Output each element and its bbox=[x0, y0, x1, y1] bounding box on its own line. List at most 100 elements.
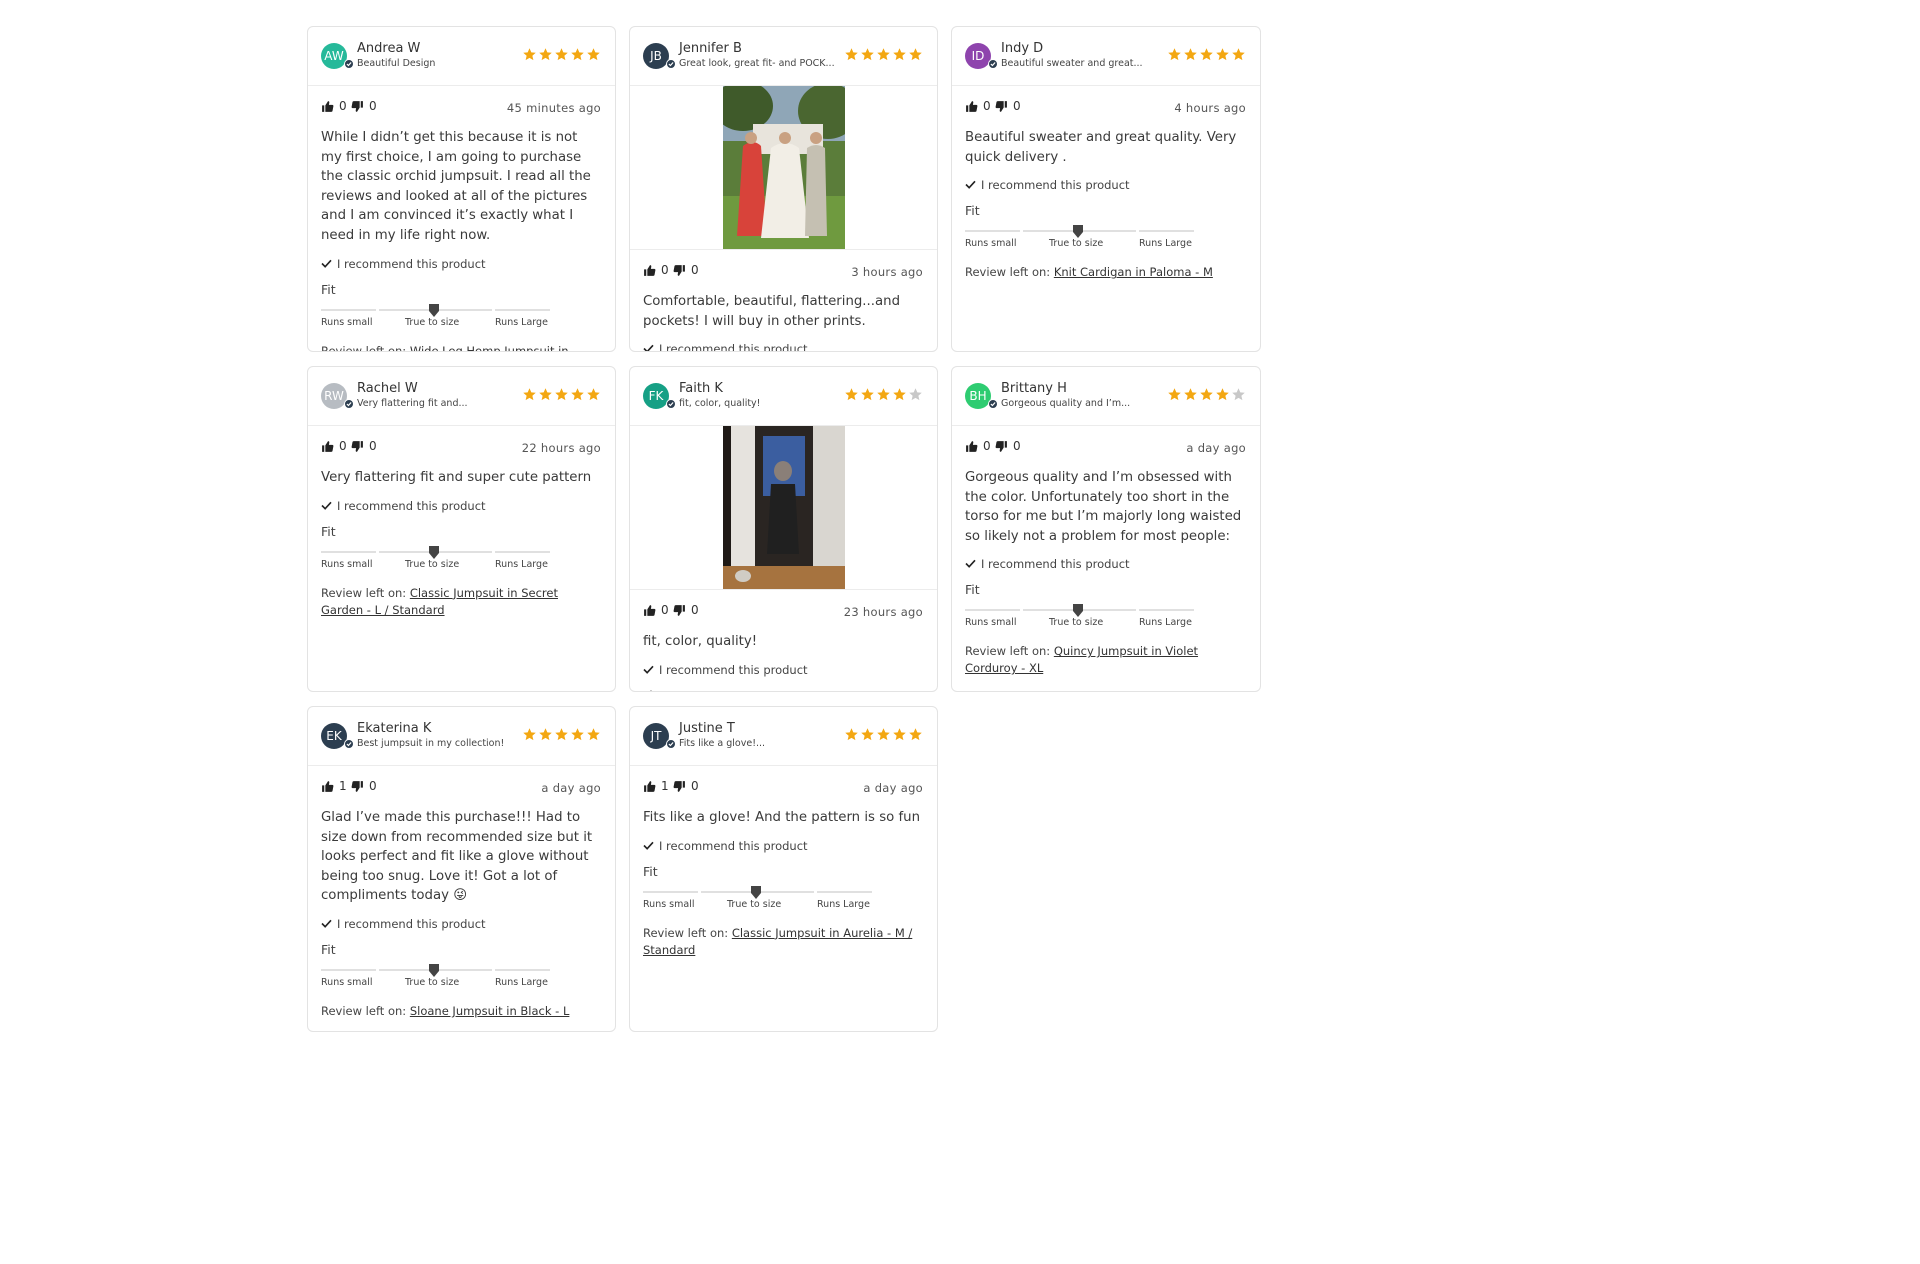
star-icon bbox=[522, 47, 537, 62]
review-time: a day ago bbox=[1186, 441, 1246, 455]
star-icon bbox=[586, 387, 601, 402]
review-left-on: Review left on: Sloane Jumpsuit in Black… bbox=[308, 1003, 615, 1020]
avatar: RW bbox=[321, 383, 347, 409]
fit-true-to-size-label: True to size bbox=[727, 898, 782, 910]
review-header: JB Jennifer B Great look, great fit- and P… bbox=[630, 27, 937, 86]
star-icon bbox=[1231, 47, 1246, 62]
star-icon bbox=[876, 47, 891, 62]
reviewer-name: Brittany H bbox=[1001, 381, 1067, 396]
review-card: JB Jennifer B Great look, great fit- and P… bbox=[629, 26, 938, 352]
checkmark-icon bbox=[643, 663, 659, 677]
review-time: a day ago bbox=[863, 781, 923, 795]
checkmark-icon bbox=[965, 557, 981, 571]
review-body: Comfortable, beautiful, flattering...and… bbox=[643, 294, 901, 329]
star-icon bbox=[892, 387, 907, 402]
helpful-count: 1 bbox=[339, 779, 347, 793]
fit-scale-labels: Runs small True to size Runs Large bbox=[643, 898, 870, 913]
vote-row: 1 0 a day ago bbox=[308, 766, 615, 808]
unhelpful-vote-button[interactable]: 0 bbox=[995, 99, 1021, 113]
unhelpful-vote-button[interactable]: 0 bbox=[351, 779, 377, 793]
review-title: Beautiful Design bbox=[357, 58, 436, 69]
fit-runs-small-label: Runs small bbox=[643, 898, 695, 910]
checkmark-icon bbox=[643, 342, 659, 351]
fit-scale-segment bbox=[379, 308, 434, 311]
review-card: JT Justine T Fits like a glove!... 1 0 a day … bbox=[629, 706, 938, 1032]
avatar: ID bbox=[965, 43, 991, 69]
star-icon bbox=[1199, 387, 1214, 402]
review-photo[interactable] bbox=[630, 81, 937, 250]
review-card: RW Rachel W Very flattering fit and... 0 0 22… bbox=[307, 366, 616, 692]
star-icon bbox=[860, 47, 875, 62]
unhelpful-vote-button[interactable]: 0 bbox=[673, 263, 699, 277]
helpful-vote-button[interactable]: 0 bbox=[321, 439, 347, 453]
star-icon bbox=[522, 727, 537, 742]
fit-runs-small-label: Runs small bbox=[321, 976, 373, 988]
helpful-vote-button[interactable]: 0 bbox=[643, 603, 669, 617]
product-link[interactable]: Knit Cardigan in Paloma - M bbox=[1054, 265, 1213, 279]
fit-runs-small-label: Runs small bbox=[965, 617, 1017, 629]
helpful-vote-button[interactable]: 0 bbox=[965, 99, 991, 113]
star-icon bbox=[538, 47, 553, 62]
fit-scale-labels: Runs small True to size Runs Large bbox=[321, 976, 548, 991]
fit-runs-large-label: Runs Large bbox=[495, 558, 548, 570]
helpful-count: 0 bbox=[661, 263, 669, 277]
verified-badge-icon bbox=[666, 59, 676, 69]
fit-scale-segment bbox=[321, 550, 376, 553]
review-body: Gorgeous quality and I’m obsessed with t… bbox=[965, 470, 1242, 544]
fit-scale-bar bbox=[321, 545, 550, 559]
fit-scale-segment bbox=[1023, 230, 1078, 233]
vote-row: 0 0 a day ago bbox=[952, 426, 1260, 468]
helpful-vote-button[interactable]: 0 bbox=[321, 99, 347, 113]
star-icon bbox=[892, 727, 907, 742]
fit-label: Fit bbox=[321, 941, 336, 957]
review-title: Great look, great fit- and POCK... bbox=[679, 58, 835, 69]
review-body: While I didn’t get this because it is no… bbox=[321, 130, 591, 243]
helpful-vote-button[interactable]: 0 bbox=[965, 439, 991, 453]
fit-true-to-size-label: True to size bbox=[405, 316, 460, 328]
star-icon bbox=[1183, 47, 1198, 62]
review-body: Fits like a glove! And the pattern is so… bbox=[643, 810, 921, 825]
unhelpful-vote-button[interactable]: 0 bbox=[995, 439, 1021, 453]
fit-scale-labels: Runs small True to size Runs Large bbox=[965, 617, 1192, 631]
review-photo-image[interactable] bbox=[722, 426, 845, 589]
avatar: AW bbox=[321, 43, 347, 69]
helpful-vote-button[interactable]: 1 bbox=[643, 779, 669, 793]
star-icon bbox=[554, 387, 569, 402]
review-left-on-label: Review left on: bbox=[321, 585, 407, 600]
review-body: Glad I’ve made this purchase!!! Had to s… bbox=[321, 810, 593, 904]
product-link[interactable]: Sloane Jumpsuit in Black - L bbox=[410, 1004, 570, 1018]
checkmark-icon bbox=[643, 839, 659, 853]
recommend-label: I recommend this product bbox=[337, 916, 486, 931]
fit-scale-segment bbox=[643, 890, 698, 893]
star-icon bbox=[1183, 387, 1198, 402]
recommend-row: I recommend this product bbox=[308, 917, 615, 931]
review-left-on-label: Review left on: bbox=[643, 925, 729, 940]
star-rating bbox=[1167, 387, 1246, 402]
review-photo-image[interactable] bbox=[712, 81, 858, 249]
unhelpful-vote-button[interactable]: 0 bbox=[351, 439, 377, 453]
helpful-vote-button[interactable]: 1 bbox=[321, 779, 347, 793]
reviewer-name: Ekaterina K bbox=[357, 721, 432, 736]
verified-badge-icon bbox=[988, 399, 998, 409]
fit-true-to-size-label: True to size bbox=[1049, 617, 1104, 629]
review-header: RW Rachel W Very flattering fit and... bbox=[308, 367, 615, 426]
reviewer-name: Jennifer B bbox=[679, 41, 742, 56]
review-left-on-label: Review left on: bbox=[965, 265, 1051, 280]
review-left-on-label: Review left on: bbox=[321, 343, 407, 352]
star-icon bbox=[1215, 387, 1230, 402]
helpful-vote-button[interactable]: 0 bbox=[643, 263, 669, 277]
avatar: JT bbox=[643, 723, 669, 749]
unhelpful-vote-button[interactable]: 0 bbox=[673, 779, 699, 793]
fit-scale-segment bbox=[495, 550, 550, 553]
review-photo[interactable] bbox=[630, 426, 937, 590]
fit-label: Fit bbox=[321, 523, 336, 539]
fit-true-to-size-label: True to size bbox=[1049, 238, 1104, 250]
star-icon bbox=[1215, 47, 1230, 62]
unhelpful-vote-button[interactable]: 0 bbox=[351, 99, 377, 113]
unhelpful-vote-button[interactable]: 0 bbox=[673, 603, 699, 617]
checkmark-icon bbox=[321, 499, 337, 513]
review-time: 45 minutes ago bbox=[506, 101, 601, 115]
fit-scale-segment bbox=[321, 308, 376, 311]
review-time: 3 hours ago bbox=[851, 265, 923, 279]
recommend-row: I recommend this product bbox=[630, 663, 937, 677]
